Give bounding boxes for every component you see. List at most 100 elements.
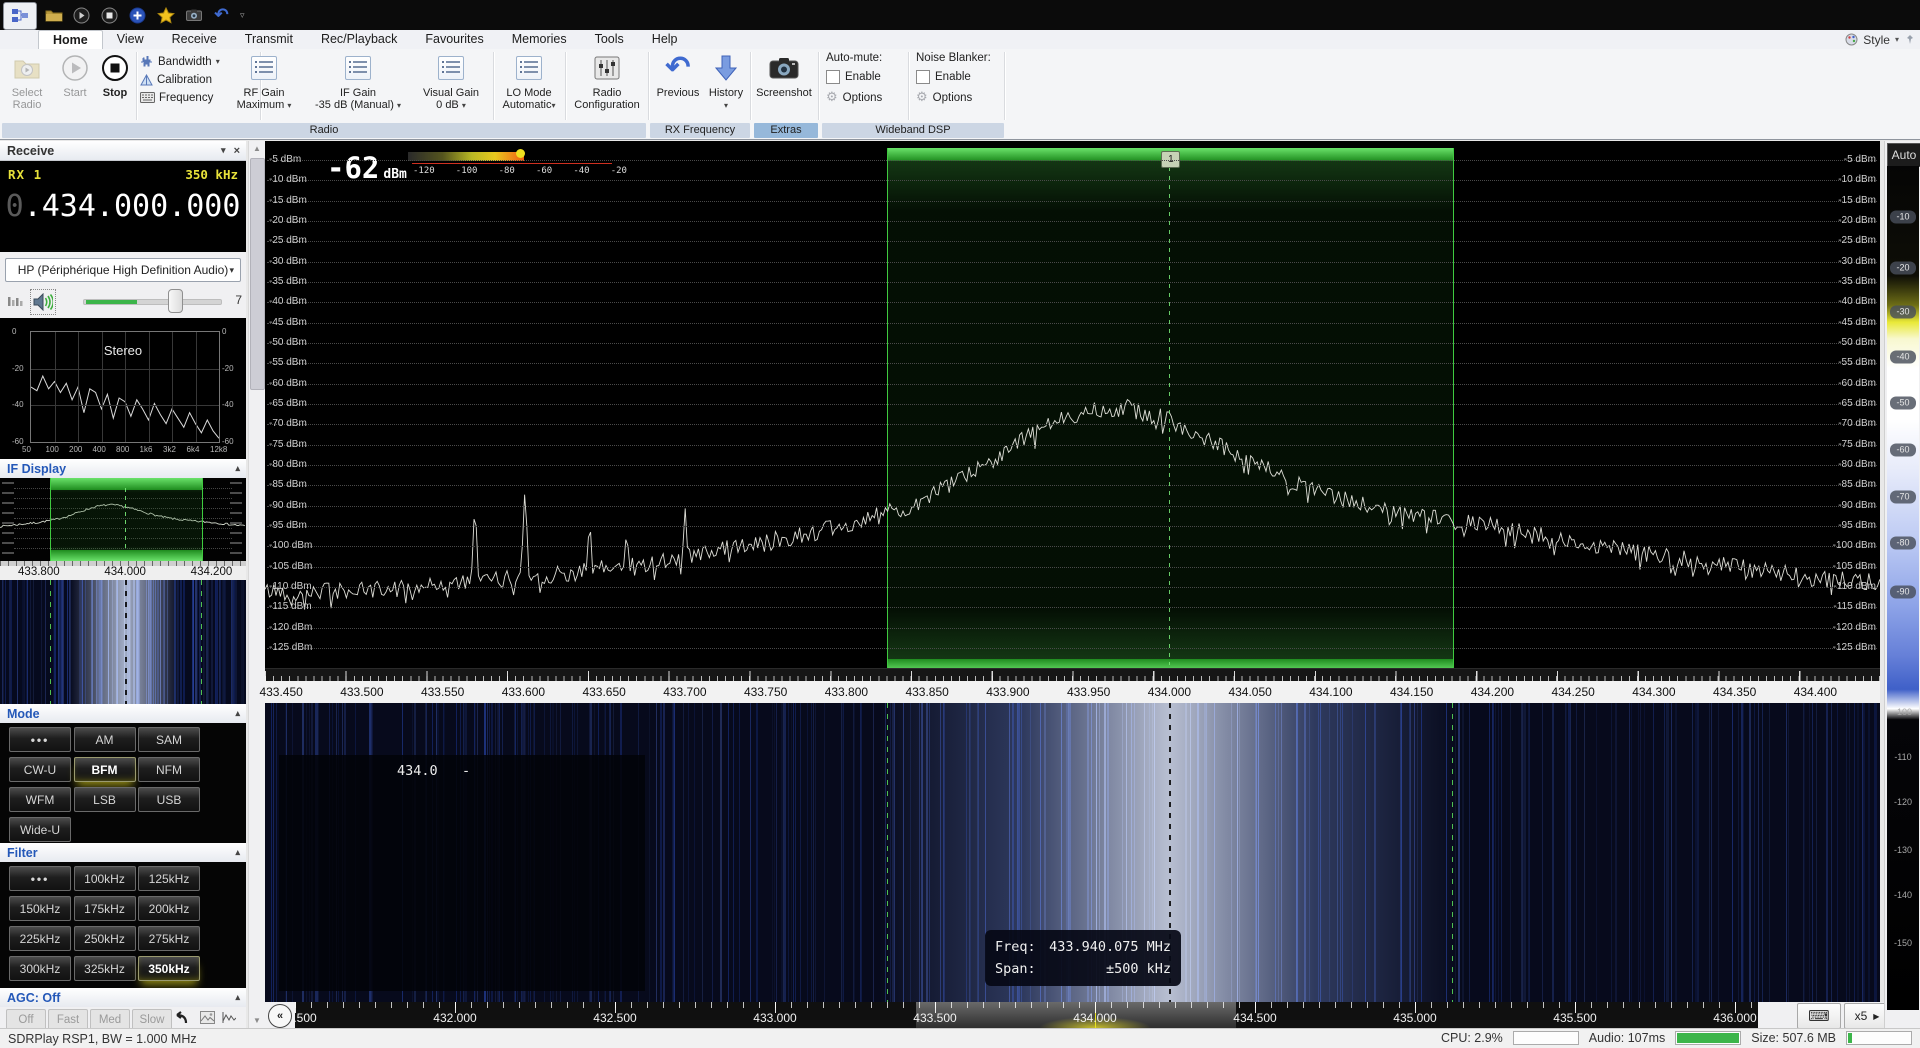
rf-gain-button[interactable]: RF Gain Maximum ▾ (226, 51, 302, 112)
main-waterfall[interactable]: 434.0 - Freq:433.940.075 MHz Span:±500 k… (265, 703, 1880, 1002)
noise-blanker-enable[interactable]: Enable (916, 70, 1000, 84)
auto-mute-options[interactable]: ⚙Options (826, 90, 904, 105)
agc-button-fast[interactable]: Fast (48, 1009, 88, 1030)
tab-home[interactable]: Home (38, 30, 103, 50)
mode-button-wfm[interactable]: WFM (9, 787, 71, 812)
grid-line (267, 302, 1877, 303)
nav-left-button[interactable]: « (268, 1004, 292, 1028)
mode-button-cw-u[interactable]: CW-U (9, 757, 71, 782)
scroll-up-icon[interactable]: ▲ (249, 141, 265, 156)
select-radio-button[interactable]: Select Radio (2, 51, 52, 111)
mode-button-am[interactable]: AM (74, 727, 136, 752)
waterfall-streak (1837, 703, 1838, 1002)
main-spectrum[interactable]: 1 -62dBm -120-100-80-60-40-20 -5 dBm-5 d… (265, 141, 1880, 681)
frequency-axis[interactable]: 433.450433.500433.550433.600433.650433.7… (265, 681, 1880, 704)
auto-mute-checkbox[interactable] (826, 70, 840, 84)
filter-button-350khz[interactable]: 350kHz (138, 956, 200, 981)
scroll-down-icon[interactable]: ▼ (249, 1013, 265, 1028)
mode-button-bfm[interactable]: BFM (74, 757, 136, 782)
filter-button-225khz[interactable]: 225kHz (9, 926, 71, 951)
tab-receive[interactable]: Receive (158, 30, 231, 49)
band-ruler[interactable]: 431.500432.000432.500433.000433.500434.0… (295, 1002, 1758, 1028)
undo-arrow-icon[interactable] (172, 1011, 188, 1024)
panel-close-icon[interactable]: × (234, 145, 240, 157)
tab-rec-playback[interactable]: Rec/Playback (307, 30, 411, 49)
filter-button-100khz[interactable]: 100kHz (74, 866, 136, 891)
lo-mode-button[interactable]: LO Mode Automatic▾ (496, 51, 562, 112)
pin-icon[interactable] (1904, 34, 1916, 46)
image-icon[interactable] (200, 1011, 215, 1024)
tab-transmit[interactable]: Transmit (231, 30, 307, 49)
collapse-icon[interactable]: ▴ (235, 708, 240, 719)
tab-help[interactable]: Help (638, 30, 692, 49)
keyboard-entry-button[interactable]: ⌨ (1797, 1003, 1841, 1029)
frequency-digits[interactable]: 0.434.000.000 (4, 189, 242, 224)
volume-slider-handle[interactable] (168, 289, 183, 313)
style-selector[interactable]: Style ▾ (1845, 31, 1916, 48)
noise-blanker-checkbox[interactable] (916, 70, 930, 84)
filter-button-150khz[interactable]: 150kHz (9, 896, 71, 921)
filter-button-300khz[interactable]: 300kHz (9, 956, 71, 981)
waveform-icon[interactable] (222, 1011, 236, 1024)
app-icon[interactable] (3, 2, 37, 30)
frequency-display[interactable]: RX 1 350 kHz 0.434.000.000 (0, 163, 246, 252)
auto-range-button[interactable]: Auto (1887, 143, 1920, 167)
waterfall-streak (225, 580, 226, 704)
favourite-star-icon[interactable] (156, 6, 175, 25)
if-display-title: IF Display (7, 462, 66, 476)
collapse-icon[interactable]: ▴ (235, 992, 240, 1003)
filter-button-dots[interactable]: ••• (9, 866, 71, 891)
mute-speaker-button[interactable] (30, 289, 56, 315)
if-spectrum[interactable] (0, 478, 246, 561)
camera-icon[interactable] (184, 6, 203, 25)
filter-button-250khz[interactable]: 250kHz (74, 926, 136, 951)
tab-favourites[interactable]: Favourites (411, 30, 497, 49)
if-gain-button[interactable]: IF Gain -35 dB (Manual) ▾ (306, 51, 410, 112)
noise-blanker-options[interactable]: ⚙Options (916, 90, 1000, 105)
stop-button[interactable]: Stop (96, 51, 134, 99)
play-icon[interactable] (72, 6, 91, 25)
volume-slider[interactable] (83, 299, 222, 305)
agc-button-off[interactable]: Off (6, 1009, 46, 1030)
mode-button-nfm[interactable]: NFM (138, 757, 200, 782)
tab-tools[interactable]: Tools (581, 30, 638, 49)
mode-button-lsb[interactable]: LSB (74, 787, 136, 812)
auto-mute-enable[interactable]: Enable (826, 70, 904, 84)
radio-configuration-button[interactable]: Radio Configuration (568, 51, 646, 111)
open-folder-icon[interactable] (44, 6, 63, 25)
filter-button-325khz[interactable]: 325kHz (74, 956, 136, 981)
add-icon[interactable] (128, 6, 147, 25)
mode-button-sam[interactable]: SAM (138, 727, 200, 752)
scrollbar-thumb[interactable] (250, 158, 265, 390)
tab-view[interactable]: View (103, 30, 158, 49)
grid-line (267, 648, 1877, 649)
agc-button-med[interactable]: Med (90, 1009, 130, 1030)
screenshot-button[interactable]: Screenshot (754, 51, 814, 99)
mode-button-wide-u[interactable]: Wide-U (9, 817, 71, 842)
mode-button-dots[interactable]: ••• (9, 727, 71, 752)
filter-button-200khz[interactable]: 200kHz (138, 896, 200, 921)
agc-button-slow[interactable]: Slow (132, 1009, 172, 1030)
collapse-icon[interactable]: ▴ (235, 463, 240, 474)
tab-memories[interactable]: Memories (498, 30, 581, 49)
undo-icon[interactable]: ↶ (212, 6, 231, 25)
history-button[interactable]: History▾ (704, 51, 748, 112)
stop-icon[interactable] (100, 6, 119, 25)
band-navigation-bar: « 431.500432.000432.500433.000433.500434… (265, 1002, 1920, 1028)
if-waterfall[interactable] (0, 580, 246, 704)
filter-button-275khz[interactable]: 275kHz (138, 926, 200, 951)
qat-more-icon[interactable]: ▿ (240, 10, 245, 21)
palette-legend-marker[interactable] (516, 149, 525, 158)
start-button[interactable]: Start (56, 51, 94, 99)
mode-button-usb[interactable]: USB (138, 787, 200, 812)
visual-gain-button[interactable]: Visual Gain 0 dB ▾ (412, 51, 490, 112)
previous-button[interactable]: ↶ Previous (654, 51, 702, 99)
filter-button-175khz[interactable]: 175kHz (74, 896, 136, 921)
left-panel-scrollbar[interactable]: ▲ ▼ (248, 141, 265, 1028)
audio-device-select[interactable]: HP (Périphérique High Definition Audio) … (5, 258, 241, 282)
collapse-icon[interactable]: ▴ (235, 847, 240, 858)
levels-icon[interactable] (8, 294, 24, 309)
tooltip-span-label: Span: (995, 958, 1036, 980)
filter-button-125khz[interactable]: 125kHz (138, 866, 200, 891)
panel-menu-icon[interactable]: ▾ (221, 145, 226, 157)
